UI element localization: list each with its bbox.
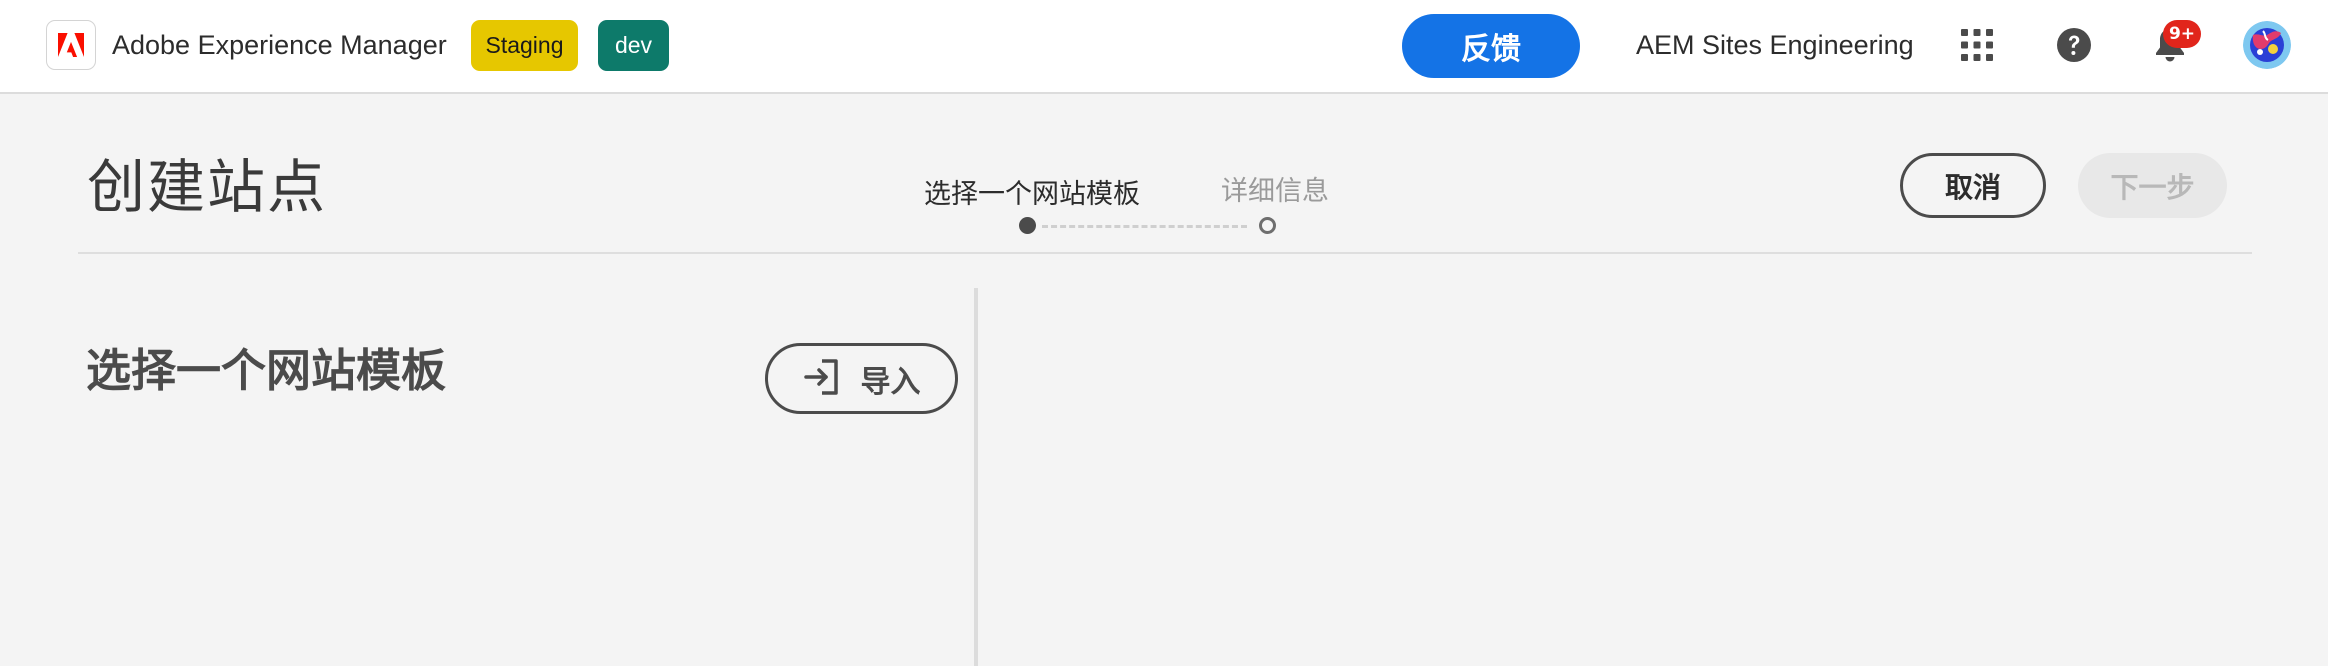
feedback-button[interactable]: 反馈 — [1402, 14, 1580, 78]
step-connector — [1042, 225, 1247, 228]
org-switcher[interactable]: AEM Sites Engineering — [1636, 30, 1914, 61]
dev-badge: dev — [598, 20, 669, 71]
notification-count-badge: 9+ — [2163, 20, 2201, 48]
cancel-button[interactable]: 取消 — [1900, 153, 2046, 218]
next-button[interactable]: 下一步 — [2078, 153, 2227, 218]
step-indicator-active — [1019, 217, 1036, 234]
app-title[interactable]: Adobe Experience Manager — [112, 30, 447, 61]
page-title: 创建站点 — [87, 153, 328, 221]
header-divider — [78, 252, 2252, 254]
template-preview-panel — [978, 288, 2328, 666]
apps-grid-icon[interactable] — [1960, 28, 1994, 62]
import-button[interactable]: 导入 — [765, 343, 958, 414]
step-details-label: 详细信息 — [1221, 176, 1329, 207]
import-label: 导入 — [860, 364, 921, 400]
help-icon[interactable] — [2056, 27, 2092, 63]
import-icon — [803, 358, 841, 400]
step-select-template-label: 选择一个网站模板 — [924, 179, 1140, 210]
top-bar: Adobe Experience Manager Staging dev 反馈 … — [0, 0, 2328, 94]
adobe-logo-icon[interactable] — [46, 20, 96, 70]
avatar[interactable] — [2243, 21, 2291, 69]
template-panel-heading: 选择一个网站模板 — [86, 344, 447, 397]
step-indicator-upcoming — [1259, 217, 1276, 234]
staging-badge: Staging — [471, 20, 578, 71]
